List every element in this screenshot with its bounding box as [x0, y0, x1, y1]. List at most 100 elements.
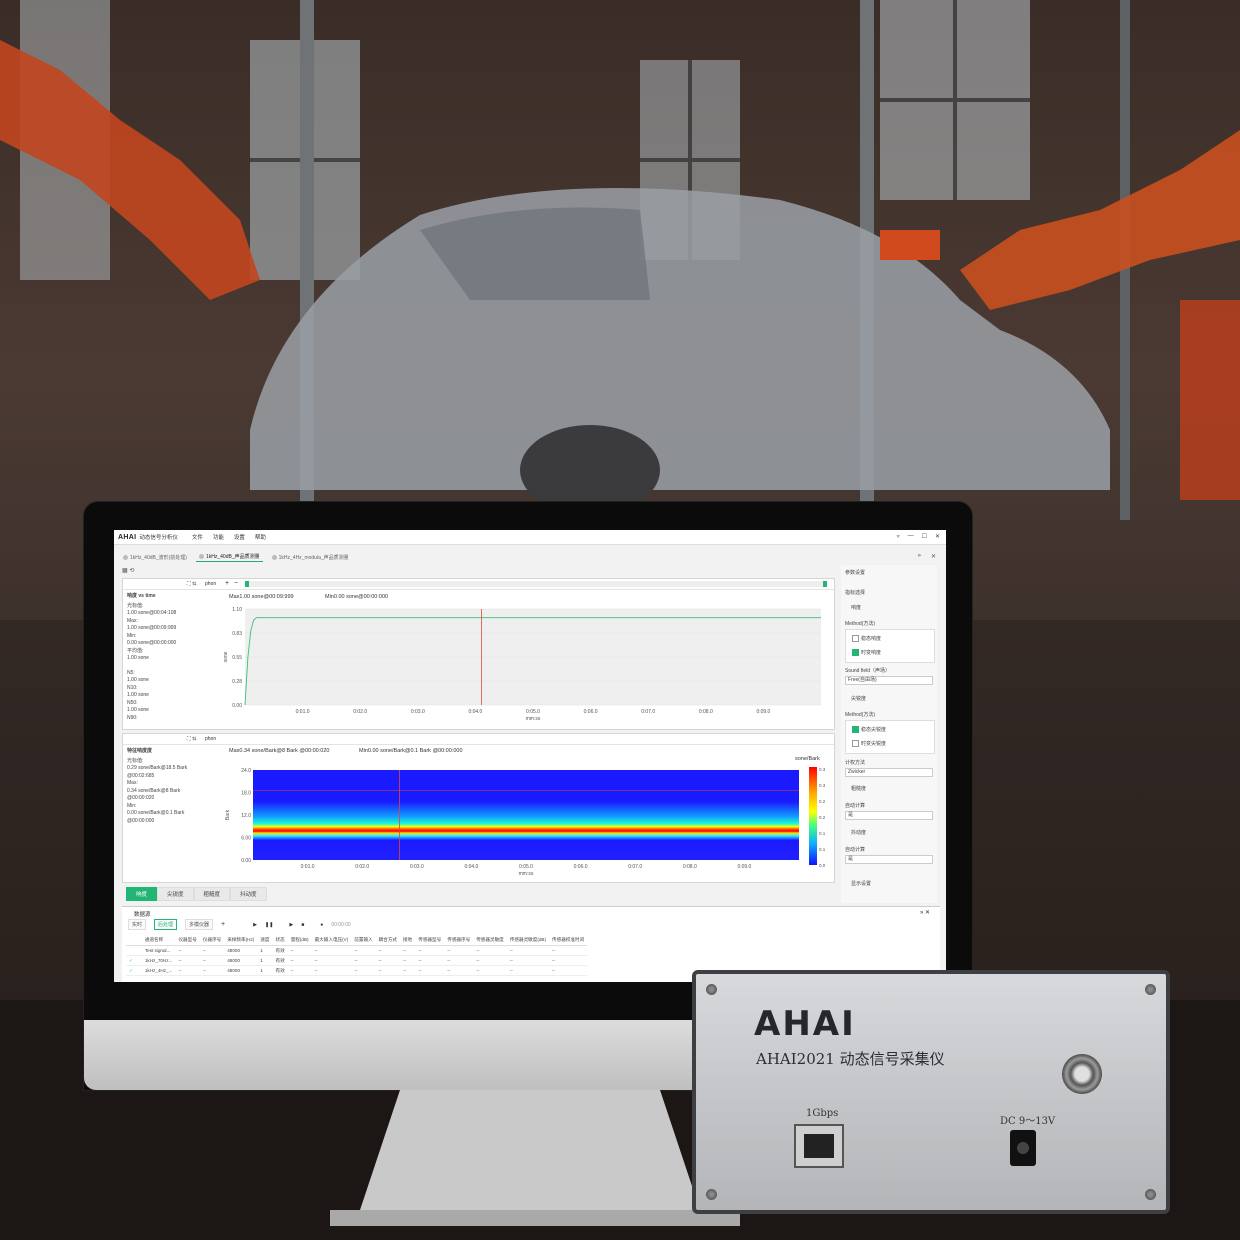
display-settings-section[interactable]: 显示设置: [851, 880, 871, 887]
table-row[interactable]: Test signal... -- -- 48000 1 有效 -- -- -- -- -- -- --…: [126, 945, 588, 956]
column-header[interactable]: [126, 935, 136, 946]
steady-loudness-option[interactable]: 稳态响度: [852, 635, 881, 643]
column-header[interactable]: 传感器灵敏度: [473, 935, 507, 946]
column-header[interactable]: 采样频率(Hz): [224, 935, 258, 946]
column-header[interactable]: 速度: [257, 935, 273, 946]
loudness-section[interactable]: 响度: [851, 604, 861, 611]
sound-field-select[interactable]: Free(自由场): [845, 676, 933, 685]
time-varying-loudness-option[interactable]: 时变响度: [852, 649, 881, 657]
dc-power-jack[interactable]: [1010, 1130, 1036, 1166]
unit-phon-2[interactable]: phon: [205, 736, 216, 742]
tab-waveform[interactable]: 1kHz_40dB_波形(前处理): [120, 552, 190, 562]
tab-roughness[interactable]: 粗糙度: [193, 887, 231, 901]
table-row[interactable]: ✓ 1kHz_70Hz... -- -- 48000 1 有效 -- -- -- -- -- -- -- -…: [126, 955, 588, 966]
record-icon[interactable]: ●: [320, 922, 323, 928]
x-axis-label: mm:ss: [526, 716, 541, 722]
column-header[interactable]: 状态: [272, 935, 288, 946]
column-header[interactable]: 仪器序号: [199, 935, 225, 946]
row-checkbox[interactable]: ✓: [126, 955, 136, 966]
colorbar-tick-label: 0.3: [819, 783, 826, 788]
document-tabs: 1kHz_40dB_波形(前处理) 1kHz_40dB_声品质测量 1kHz_4…: [120, 552, 352, 562]
grid-icon[interactable]: ▦: [122, 568, 128, 574]
fluctuation-section[interactable]: 抖动度: [851, 829, 866, 836]
indicator-select-label: 指标选择: [845, 590, 866, 596]
column-header[interactable]: 仪器型号: [175, 935, 200, 946]
add-icon[interactable]: +: [221, 921, 225, 928]
roughness-section[interactable]: 粗糙度: [851, 785, 866, 792]
minimize-icon[interactable]: —: [908, 533, 914, 540]
x-tick-label: 0:04.0: [464, 864, 478, 870]
auto-calc-select-2[interactable]: 是: [845, 855, 933, 864]
specific-loudness-chart[interactable]: 24.0 18.0 12.0 6.00 0.00 0:01.0 0:02.0 0:03.0 0:…: [221, 764, 831, 878]
app-window: AHAI 动态信号分析仪 文件 功能 设置 帮助 ▿ — ☐ ✕ 1kHz_40…: [114, 530, 946, 982]
tab-sound-quality[interactable]: 1kHz_40dB_声品质测量: [195, 552, 263, 562]
sync-icon[interactable]: ⟲: [129, 568, 134, 574]
table-cell: --: [444, 955, 474, 966]
table-cell: --: [400, 955, 416, 966]
unit-phon[interactable]: phon: [205, 581, 216, 587]
row-checkbox[interactable]: ✓: [126, 965, 136, 976]
menu-settings[interactable]: 设置: [234, 533, 245, 541]
zoom-in-icon[interactable]: +: [225, 580, 229, 587]
column-header[interactable]: 传感器校准时间: [549, 935, 588, 946]
auto-calc-select-1[interactable]: 是: [845, 811, 933, 820]
column-header[interactable]: 传感器序号: [444, 935, 474, 946]
more-icon[interactable]: »: [918, 553, 921, 560]
menu-bar: 文件 功能 设置 帮助: [192, 533, 266, 541]
tab-fluctuation[interactable]: 抖动度: [230, 887, 267, 901]
table-cell: --: [549, 945, 588, 956]
pause-icon[interactable]: ❚❚: [265, 922, 273, 928]
menu-help[interactable]: 帮助: [255, 533, 266, 541]
tab-sharpness[interactable]: 尖锐度: [157, 887, 194, 901]
column-header[interactable]: 最大输入电压(V): [311, 935, 352, 946]
steady-sharpness-option[interactable]: 稳态尖锐度: [852, 726, 886, 734]
postprocess-button[interactable]: 后处理: [154, 919, 178, 930]
column-header[interactable]: 通道名称: [141, 935, 176, 946]
table-cell: --: [400, 965, 416, 976]
device-brand-logo: AHAI: [754, 1004, 856, 1044]
time-varying-sharpness-option[interactable]: 时变尖锐度: [852, 740, 886, 748]
tab-modulation[interactable]: 1kHz_4Hz_modula_声品质测量: [269, 552, 352, 562]
column-header[interactable]: 传感器灵敏度(dB): [506, 935, 550, 946]
settings-title: 参数设置: [845, 570, 866, 576]
table-cell: --: [506, 965, 550, 976]
weighting-select[interactable]: Zwicker: [845, 768, 933, 777]
realtime-button[interactable]: 实时: [128, 919, 147, 930]
maximize-icon[interactable]: ☐: [922, 533, 927, 540]
menu-file[interactable]: 文件: [192, 533, 203, 541]
column-header[interactable]: 接地: [400, 935, 416, 946]
crop-icon-2[interactable]: ⛶ ⇅: [187, 736, 196, 742]
x-tick-label: 0:08.0: [683, 864, 697, 870]
crop-icon[interactable]: ⛶ ⇅: [187, 581, 196, 587]
menu-function[interactable]: 功能: [213, 533, 224, 541]
column-header[interactable]: 量程(dB): [287, 935, 312, 946]
row-checkbox[interactable]: [126, 945, 136, 956]
zoom-out-icon[interactable]: −: [234, 580, 238, 587]
y-axis-label: Bark: [225, 809, 231, 820]
dropdown-icon[interactable]: ▿: [897, 533, 900, 540]
time-slider[interactable]: [245, 581, 827, 587]
min-label-2: Min0.00 sone/Bark@0.1 Bark @00:00:000: [359, 748, 463, 754]
sharpness-section[interactable]: 尖锐度: [851, 695, 866, 702]
y-tick-label: 0.00: [241, 858, 251, 864]
loudness-chart[interactable]: 1.10 0.83 0.55 0.28 0.00 0:01.0 0:02.0 0:03.0 0:…: [221, 603, 831, 725]
device-model-label: AHAI2021 动态信号采集仪: [756, 1050, 945, 1068]
y-tick-label: 6.00: [241, 836, 251, 842]
table-cell: 有效: [272, 945, 288, 956]
column-header[interactable]: 耦合方式: [375, 935, 401, 946]
table-row[interactable]: ✓ 1kHz_4Hz_... -- -- 48000 1 有效 -- -- -- -- -- -- -- -…: [126, 965, 588, 976]
view-toolbar: ▦ ⟲: [122, 567, 134, 574]
column-header[interactable]: 传感器型号: [415, 935, 445, 946]
close-icon[interactable]: ✕: [935, 533, 940, 540]
panel-close-icon[interactable]: » ✕: [920, 909, 930, 916]
column-header[interactable]: 前置输入: [351, 935, 376, 946]
tab-loudness[interactable]: 响度: [126, 887, 158, 901]
x-tick-label: 0:07.0: [641, 709, 655, 715]
ethernet-port[interactable]: [794, 1124, 844, 1168]
close-tab-icon[interactable]: ✕: [931, 553, 936, 560]
play-icon[interactable]: ▶: [253, 922, 257, 928]
stop-icon[interactable]: ■: [301, 922, 304, 928]
power-button[interactable]: [1062, 1054, 1102, 1094]
step-icon[interactable]: ▶: [289, 922, 293, 928]
multi-device-button[interactable]: 多模仪器: [185, 919, 214, 930]
